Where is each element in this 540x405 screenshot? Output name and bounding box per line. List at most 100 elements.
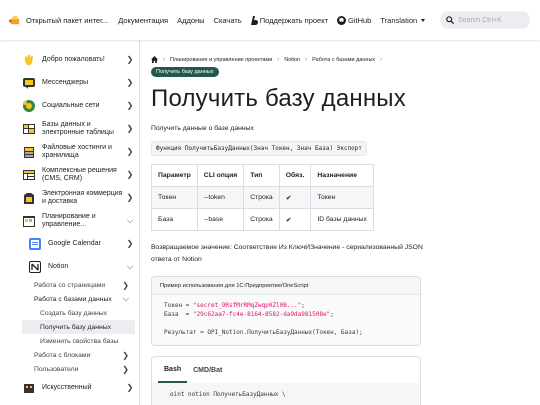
table-header: CLI опция [196, 164, 245, 187]
nav-support[interactable]: Поддержать проект [250, 15, 328, 25]
breadcrumb-separator: › [380, 56, 383, 63]
chevron-right-icon[interactable]: ❯ [125, 193, 135, 202]
home-icon[interactable] [151, 56, 158, 63]
waving-hand-icon [22, 53, 36, 67]
table-header: Тип [243, 164, 280, 187]
social-icon [22, 99, 36, 113]
sidebar-sub-create-db[interactable]: Создать базу данных [22, 306, 135, 320]
notion-icon [28, 260, 42, 274]
google-calendar-icon [28, 237, 42, 251]
example-block: Пример использования для 1С:Предприятие/… [151, 276, 421, 346]
breadcrumb-item[interactable]: Планирование и управление проектами [170, 57, 272, 63]
sidebar-sub-label: Работа с блоками [34, 351, 91, 359]
table-row: База --base Строка ✔ ID базы данных [151, 208, 374, 231]
breadcrumb-separator: › [163, 56, 165, 63]
sidebar-item-label: Базы данных и электронные таблицы [42, 120, 114, 136]
boosty-icon [250, 15, 258, 25]
nav-addons[interactable]: Аддоны [177, 16, 204, 25]
sidebar-sub-users[interactable]: Пользователи ❯ [22, 362, 135, 376]
search-input[interactable] [458, 16, 526, 24]
example-code[interactable]: Токен = "secret_9RsfMrRMqZwqp0Zl0B..."; … [152, 295, 420, 345]
sidebar-sub-label: Создать базу данных [40, 309, 108, 317]
chevron-right-icon[interactable]: ❯ [122, 351, 129, 360]
sidebar-item-label: Комплексные решения (CMS, CRM) [42, 166, 117, 182]
chevron-right-icon[interactable]: ❯ [125, 170, 135, 179]
breadcrumb-item[interactable]: Notion [284, 57, 300, 63]
code-token: База = [164, 311, 193, 318]
search-box[interactable] [440, 11, 530, 29]
sidebar-sub-edit-db[interactable]: Изменить свойства базы [22, 334, 135, 348]
cms-icon [22, 168, 36, 182]
sidebar-item-ai[interactable]: Искусственный ❯ [22, 376, 135, 399]
messenger-icon [22, 76, 36, 90]
table-row: Токен --token Строка ✔ Токен [151, 186, 374, 209]
chevron-right-icon[interactable]: ❯ [125, 239, 135, 248]
page-title: Получить базу данных [151, 85, 406, 112]
code-token: ; [330, 311, 334, 318]
nav-docs[interactable]: Документация [118, 16, 168, 25]
chevron-right-icon[interactable]: ❯ [125, 101, 135, 110]
sidebar-item-label: Социальные сети [42, 101, 100, 109]
sidebar-item-google-calendar[interactable]: Google Calendar ❯ [22, 232, 135, 255]
sidebar-item-label: Добро пожаловать! [42, 55, 105, 63]
chevron-right-icon[interactable]: ❯ [125, 124, 135, 133]
brand-logo-icon [8, 15, 20, 24]
code-token: Токен = [164, 302, 193, 309]
table-header: Назначение [310, 164, 374, 187]
chevron-right-icon[interactable]: ❯ [125, 78, 135, 87]
ecommerce-icon [22, 191, 36, 205]
sidebar-item-planning[interactable]: Планирование и управление... ⌵ [22, 209, 135, 232]
tab-bash[interactable]: Bash [158, 357, 188, 383]
sidebar-item-notion[interactable]: Notion ⌵ [22, 255, 135, 278]
tab-cmd[interactable]: CMD/Bat [187, 357, 228, 383]
sidebar-item-welcome[interactable]: Добро пожаловать! ❯ [22, 48, 135, 71]
cli-tabs-block: Bash CMD/Bat oint notion ПолучитьБазуДан… [151, 356, 421, 405]
ai-icon [22, 381, 36, 395]
sidebar-item-cms[interactable]: Комплексные решения (CMS, CRM) ❯ [22, 163, 135, 186]
example-title: Пример использования для 1С:Предприятие/… [152, 277, 420, 295]
code-token: ; [301, 302, 305, 309]
brand-link[interactable]: Открытый пакет интег... [8, 14, 108, 27]
translation-label: Translation [380, 15, 418, 25]
breadcrumb-item[interactable]: Работа с базами данных [312, 57, 375, 63]
top-navbar: Открытый пакет интег... Документация Адд… [0, 0, 540, 40]
sidebar-sub-label: Пользователи [34, 365, 79, 373]
chevron-down-icon[interactable]: ⌵ [123, 294, 129, 304]
sidebar-item-ecommerce[interactable]: Электронная коммерция и доставка ❯ [22, 186, 135, 209]
cloud-storage-icon [22, 145, 36, 159]
sidebar-sub-label: Изменить свойства базы [40, 337, 119, 345]
sidebar-sub-blocks[interactable]: Работа с блоками ❯ [22, 348, 135, 362]
sidebar-sub-databases[interactable]: Работа с базами данных ⌵ [22, 292, 135, 306]
nav-github[interactable]: GitHub [337, 15, 371, 25]
chevron-right-icon[interactable]: ❯ [122, 365, 129, 374]
page-description: Получить данные о базе данных [151, 125, 254, 132]
chevron-right-icon[interactable]: ❯ [125, 55, 135, 64]
chevron-right-icon[interactable]: ❯ [125, 383, 135, 392]
function-signature: Функция ПолучитьБазуДанных(Знач Токен, З… [151, 141, 367, 156]
chevron-down-icon[interactable]: ⌵ [125, 216, 135, 226]
sidebar-item-databases[interactable]: Базы данных и электронные таблицы ❯ [22, 117, 135, 140]
chevron-down-icon[interactable]: ⌵ [125, 262, 135, 272]
code-string: "secret_9RsfMrRMqZwqp0Zl0B..." [192, 302, 302, 309]
translation-dropdown[interactable]: Translation [380, 15, 426, 25]
sidebar-item-label: Планирование и управление... [42, 212, 96, 228]
table-cell: Токен [310, 186, 374, 209]
code-line: Результат = OPI_Notion.ПолучитьБазуДанны… [164, 329, 363, 336]
tab-bar: Bash CMD/Bat [152, 357, 420, 383]
sidebar-sub-pages[interactable]: Работа со страницами ❯ [22, 278, 135, 292]
table-cell: Строка [243, 186, 280, 209]
sidebar-item-label: Google Calendar [48, 239, 101, 247]
sidebar-item-messengers[interactable]: Мессенджеры ❯ [22, 71, 135, 94]
sidebar-sub-get-db[interactable]: Получить базу данных [22, 320, 135, 334]
sidebar-item-file-hosting[interactable]: Файловые хостинги и хранилища ❯ [22, 140, 135, 163]
bash-code[interactable]: oint notion ПолучитьБазуДанных \ [152, 383, 420, 405]
sidebar-item-social[interactable]: Социальные сети ❯ [22, 94, 135, 117]
sidebar-sub-label: Работа с базами данных [34, 295, 112, 303]
search-icon [446, 16, 454, 24]
breadcrumb: › Планирование и управление проектами › … [151, 56, 411, 77]
chevron-right-icon[interactable]: ❯ [122, 281, 129, 290]
sidebar-sub-label: Работа со страницами [34, 281, 106, 289]
nav-download[interactable]: Скачать [214, 16, 242, 25]
chevron-right-icon[interactable]: ❯ [125, 147, 135, 156]
sidebar-item-label: Искусственный [42, 383, 92, 391]
